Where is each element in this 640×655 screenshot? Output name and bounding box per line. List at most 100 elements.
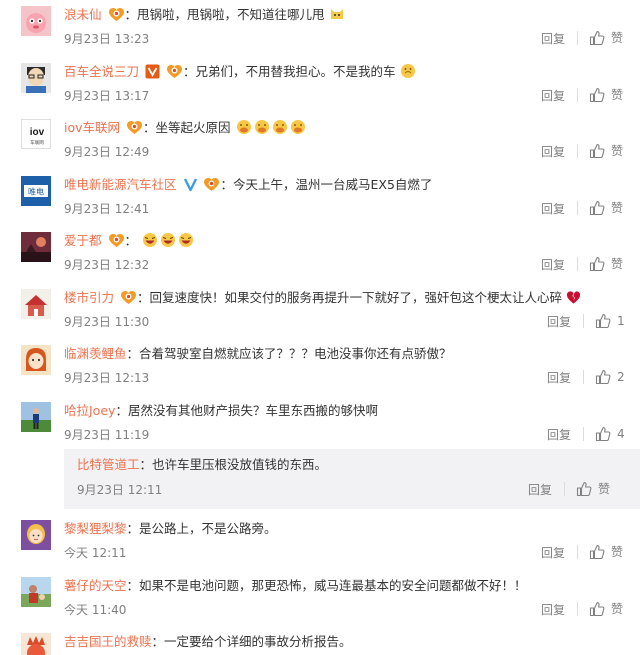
reply-button[interactable]: 回复 — [547, 427, 571, 443]
comment-text: 坐等起火原因 — [155, 120, 231, 135]
avatar[interactable] — [21, 633, 51, 655]
username[interactable]: 唯电新能源汽车社区 — [64, 177, 177, 192]
username[interactable]: iov车联网 — [64, 120, 120, 135]
divider — [577, 201, 578, 215]
avatar[interactable] — [21, 6, 51, 36]
comment-text: 兄弟们，不用替我担心。不是我的车 — [195, 64, 396, 79]
comment-item: 浪未仙 ：甩锅啦，甩锅啦，不知道往哪儿甩 9月23日 13:23 回复 赞 — [0, 0, 640, 56]
comment-item: 吉吉国王的救赎：一定要给个详细的事故分析报告。 — [0, 627, 640, 655]
timestamp: 9月23日 12:13 — [64, 371, 150, 385]
avatar[interactable] — [21, 289, 51, 319]
timestamp: 9月23日 12:32 — [64, 258, 150, 272]
username[interactable]: 比特管道工 — [77, 457, 140, 472]
username[interactable]: 薯仔的天空 — [64, 578, 127, 593]
avatar[interactable] — [21, 402, 51, 432]
comment-item: 黎梨狸梨黎：是公路上，不是公路旁。 今天 12:11 回复 赞 — [0, 514, 640, 570]
comment-item: 爱于都 ： 9月23日 12:32 回复 赞 — [0, 226, 640, 282]
reply-button[interactable]: 回复 — [547, 314, 571, 330]
avatar-logo-text: 唯电 — [28, 187, 44, 197]
avatar[interactable] — [21, 232, 51, 262]
username[interactable]: 黎梨狸梨黎 — [64, 521, 127, 536]
verified-badge-icon — [183, 178, 197, 192]
reply-button[interactable]: 回复 — [541, 257, 565, 273]
comment-item: 临渊羡鲤鱼：合着驾驶室自燃就应该了？？？电池没事你还有点骄傲？ 9月23日 12… — [0, 339, 640, 395]
like-count: 4 — [617, 427, 625, 441]
comment-item: 楼市引力 ：回复速度快！如果交付的服务再提升一下就好了，强奸包这个梗太让人心碎 … — [0, 283, 640, 339]
laughing-emoji-icon — [143, 233, 157, 247]
divider — [583, 314, 584, 328]
thumbs-up-icon — [589, 602, 605, 617]
like-count: 赞 — [611, 257, 624, 271]
timestamp: 9月23日 12:49 — [64, 145, 150, 159]
fan-badge-icon — [121, 291, 136, 304]
avatar-logo-subtext: 车联网 — [30, 139, 44, 146]
comment-item: 百车全说三刀 ：兄弟们，不用替我担心。不是我的车 9月23日 13:17 回复 … — [0, 57, 640, 113]
reply-button[interactable]: 回复 — [547, 370, 571, 386]
reply-button[interactable]: 回复 — [541, 144, 565, 160]
eating-emoji-icon — [254, 120, 269, 134]
avatar[interactable] — [21, 63, 51, 93]
comment-item: 哈拉Joey：居然没有其他财产损失？车里东西搬的够快啊 9月23日 11:19 … — [0, 396, 640, 452]
eating-emoji-icon — [236, 120, 251, 134]
comment-item: 薯仔的天空：如果不是电池问题，那更恐怖，威马连最基本的安全问题都做不好！！ 今天… — [0, 571, 640, 627]
timestamp: 9月23日 12:11 — [77, 483, 163, 497]
comment-text: 也许车里压根没放值钱的东西。 — [152, 457, 328, 472]
thumbs-up-icon — [589, 144, 605, 159]
like-count: 2 — [617, 370, 625, 384]
avatar[interactable] — [21, 345, 51, 375]
divider — [577, 257, 578, 271]
thumbs-up-icon — [589, 88, 605, 103]
thumbs-up-icon — [595, 427, 611, 442]
thumbs-up-icon — [589, 545, 605, 560]
comment-text: 是公路上，不是公路旁。 — [139, 521, 277, 536]
timestamp: 今天 12:11 — [64, 546, 127, 560]
username[interactable]: 爱于都 — [64, 233, 102, 248]
avatar[interactable] — [21, 520, 51, 550]
thumbs-up-icon — [589, 31, 605, 46]
vip-badge-icon — [145, 64, 160, 79]
timestamp: 9月23日 13:23 — [64, 32, 150, 46]
avatar[interactable]: 唯电 — [21, 176, 51, 206]
like-count: 赞 — [611, 602, 624, 616]
username[interactable]: 楼市引力 — [64, 290, 114, 305]
fan-badge-icon — [108, 234, 124, 247]
eating-emoji-icon — [290, 120, 305, 134]
nested-reply: 比特管道工：也许车里压根没放值钱的东西。 9月23日 12:11 回复 赞 — [64, 449, 640, 509]
reply-button[interactable]: 回复 — [541, 602, 565, 618]
username[interactable]: 浪未仙 — [64, 7, 102, 22]
laughing-emoji-icon — [161, 233, 175, 247]
thumbs-up-icon — [595, 370, 611, 385]
fan-badge-icon — [166, 65, 182, 78]
comment-text: 一定要给个详细的事故分析报告。 — [164, 634, 352, 649]
fan-badge-icon — [204, 178, 220, 191]
timestamp: 9月23日 13:17 — [64, 89, 150, 103]
comment-item: iov 车联网 iov车联网 ：坐等起火原因 9月23日 12:49 回复 赞 — [0, 113, 640, 169]
username[interactable]: 哈拉Joey — [64, 403, 115, 418]
divider — [583, 427, 584, 441]
divider — [577, 602, 578, 616]
username[interactable]: 临渊羡鲤鱼 — [64, 346, 127, 361]
avatar[interactable]: iov 车联网 — [21, 119, 51, 149]
thumbs-up-icon — [595, 314, 611, 329]
username[interactable]: 百车全说三刀 — [64, 64, 139, 79]
divider — [583, 370, 584, 384]
comment-text: 居然没有其他财产损失？车里东西搬的够快啊 — [127, 403, 378, 418]
thumbs-up-icon — [576, 482, 592, 497]
avatar[interactable] — [21, 577, 51, 607]
reply-button[interactable]: 回复 — [541, 545, 565, 561]
reply-button[interactable]: 回复 — [541, 88, 565, 104]
like-count: 赞 — [611, 201, 624, 215]
reply-button[interactable]: 回复 — [541, 201, 565, 217]
avatar-logo-text: iov — [30, 127, 45, 138]
reply-button[interactable]: 回复 — [541, 31, 565, 47]
like-count: 赞 — [611, 144, 624, 158]
like-count: 赞 — [598, 482, 611, 496]
comment-item: 唯电 唯电新能源汽车社区 ：今天上午，温州一台威马EX5自燃了 9月23日 12… — [0, 170, 640, 226]
reply-button[interactable]: 回复 — [528, 482, 552, 498]
timestamp: 9月23日 12:41 — [64, 202, 150, 216]
fan-badge-icon — [127, 121, 143, 134]
laughing-emoji-icon — [179, 233, 193, 247]
like-count: 1 — [617, 314, 625, 328]
divider — [564, 482, 565, 496]
username[interactable]: 吉吉国王的救赎 — [64, 634, 152, 649]
